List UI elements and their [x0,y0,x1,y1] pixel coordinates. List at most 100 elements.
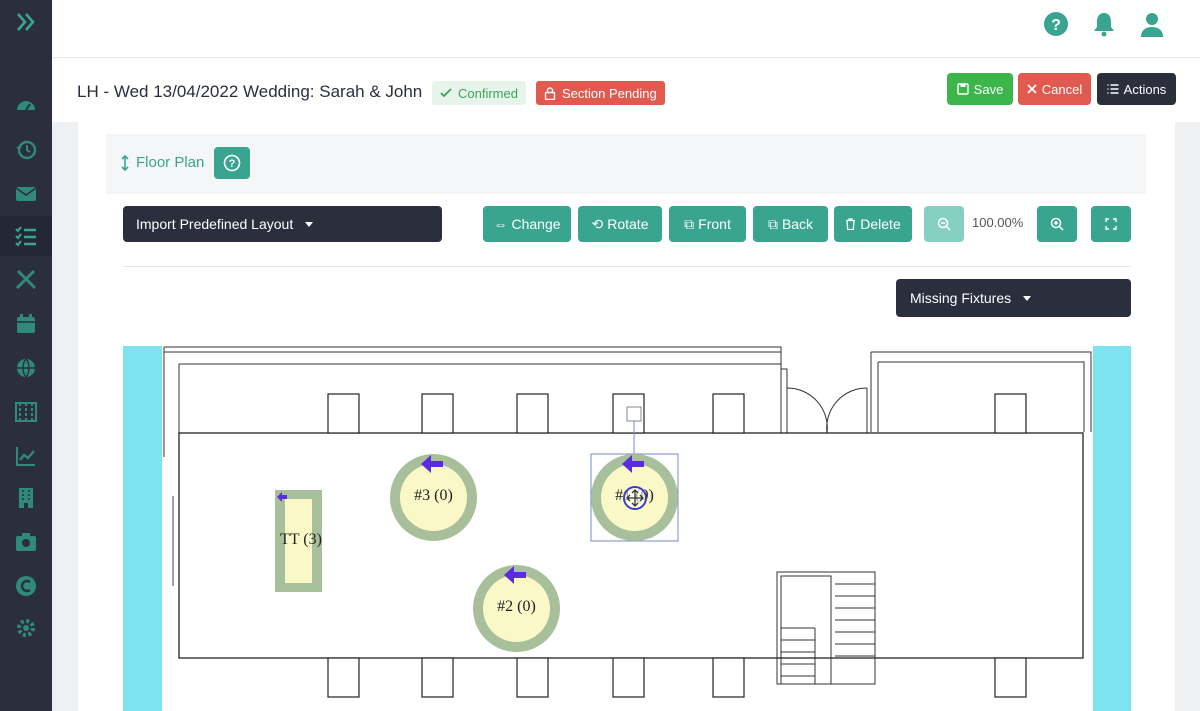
right-wall [1093,346,1131,711]
direction-arrow-icon [622,455,644,473]
checklist-icon [15,226,36,247]
page-header: LH - Wed 13/04/2022 Wedding: Sarah & Joh… [52,58,1200,122]
sidebar-item-utensils[interactable] [0,260,52,300]
floor-plan-label: Floor Plan [136,154,205,171]
user-icon[interactable] [1138,10,1166,38]
actions-button[interactable]: Actions [1097,73,1176,105]
chart-icon [16,447,35,466]
sidebar-item-settings[interactable] [0,608,52,648]
staircase [776,571,876,685]
floor-plan-help-button[interactable]: ? [214,147,250,179]
save-button[interactable]: Save [947,73,1013,105]
back-label: Back [781,216,814,232]
front-button[interactable]: ⧉ Front [669,206,746,242]
zoom-in-button[interactable] [1037,206,1077,242]
table-2[interactable]: #2 (0) [473,565,560,652]
sidebar-item-abacus[interactable] [0,392,52,432]
sidebar-item-camera[interactable] [0,522,52,562]
delete-label: Delete [860,216,901,232]
change-button[interactable]: ⇔ Change [483,206,571,242]
rotate-label: Rotate [607,216,649,232]
abacus-icon [15,402,37,422]
expand-icon [1105,218,1117,230]
sidebar-item-calendar[interactable] [0,304,52,344]
utensils-icon [15,269,37,290]
missing-fixtures-label: Missing Fixtures [910,290,1012,306]
svg-text:?: ? [1051,17,1061,34]
cancel-button[interactable]: Cancel [1018,73,1091,105]
sidebar-toggle[interactable] [0,2,52,42]
check-icon [440,88,452,98]
zoom-out-button[interactable] [924,206,964,242]
floor-plan-panel: Floor Plan ? Import Predefined Layout ⇔ … [78,122,1175,711]
floppy-icon [956,83,969,95]
sidebar-item-globe[interactable] [0,348,52,388]
fullscreen-button[interactable] [1091,206,1131,242]
sidebar-item-history[interactable] [0,130,52,170]
c-logo-icon [16,576,36,596]
sidebar-item-chart[interactable] [0,436,52,476]
layers-back-icon: ⧉ [767,215,778,232]
floor-plan-toggle[interactable]: Floor Plan [120,154,204,171]
gear-icon [17,619,35,637]
table-label: #3 (0) [414,487,453,504]
trash-icon [846,218,856,230]
left-wall [123,346,162,711]
rotate-icon: ⟲ [591,215,604,232]
cancel-label: Cancel [1041,81,1083,97]
sidebar-item-checklist[interactable] [0,216,52,256]
table-tt[interactable]: TT (3) [275,490,322,592]
front-label: Front [698,216,731,232]
floor-plan-canvas[interactable]: TT (3) #3 (0) #1 (0) #2 (0) [123,346,1131,711]
direction-arrow-icon [277,492,287,502]
toolbar-divider [123,266,1131,267]
table-1[interactable]: #1 (0) [591,454,678,541]
lock-icon [544,86,556,100]
import-layout-label: Import Predefined Layout [136,216,294,232]
floor-plan-header: Floor Plan ? [106,134,1146,194]
bell-icon[interactable] [1090,10,1118,38]
list-icon [1107,84,1119,94]
sidebar-item-c-logo[interactable] [0,566,52,606]
import-layout-dropdown[interactable]: Import Predefined Layout [123,206,442,242]
zoom-out-icon [937,217,951,231]
vertical-arrows-icon [121,154,129,171]
dashboard-icon [17,101,35,111]
page-title: LH - Wed 13/04/2022 Wedding: Sarah & Joh… [77,82,423,101]
table-label: #2 (0) [497,598,536,615]
sidebar-item-dashboard[interactable] [0,86,52,126]
swap-icon: ⇔ [493,216,508,232]
actions-label: Actions [1123,81,1167,97]
save-label: Save [973,81,1004,97]
delete-button[interactable]: Delete [834,206,912,242]
back-button[interactable]: ⧉ Back [753,206,828,242]
caret-down-icon [305,221,314,227]
help-icon[interactable]: ? [1042,10,1070,38]
table-label: TT (3) [280,531,322,548]
zoom-in-icon [1050,217,1064,231]
rotate-button[interactable]: ⟲ Rotate [578,206,662,242]
missing-fixtures-dropdown[interactable]: Missing Fixtures [896,279,1131,317]
top-bar: ? [52,0,1200,58]
direction-arrow-icon [421,455,443,473]
mail-icon [15,187,37,201]
question-circle-icon: ? [223,154,241,172]
section-pending-badge: Section Pending [536,81,665,105]
change-label: Change [511,216,561,232]
table-3[interactable]: #3 (0) [390,454,477,541]
sidebar-item-mail[interactable] [0,174,52,214]
caret-down-icon [1023,295,1032,301]
globe-icon [17,358,35,378]
pending-label: Section Pending [562,85,657,101]
move-cursor-icon [623,486,647,510]
confirmed-badge: Confirmed [432,81,526,105]
double-chevron-right-icon [17,13,35,31]
sidebar-item-building[interactable] [0,478,52,518]
confirmed-label: Confirmed [458,85,518,101]
layers-front-icon: ⧉ [684,215,695,232]
rotate-handle [626,406,642,422]
sidebar [0,0,52,711]
history-icon [16,140,37,160]
calendar-icon [17,314,35,333]
camera-icon [16,533,36,551]
